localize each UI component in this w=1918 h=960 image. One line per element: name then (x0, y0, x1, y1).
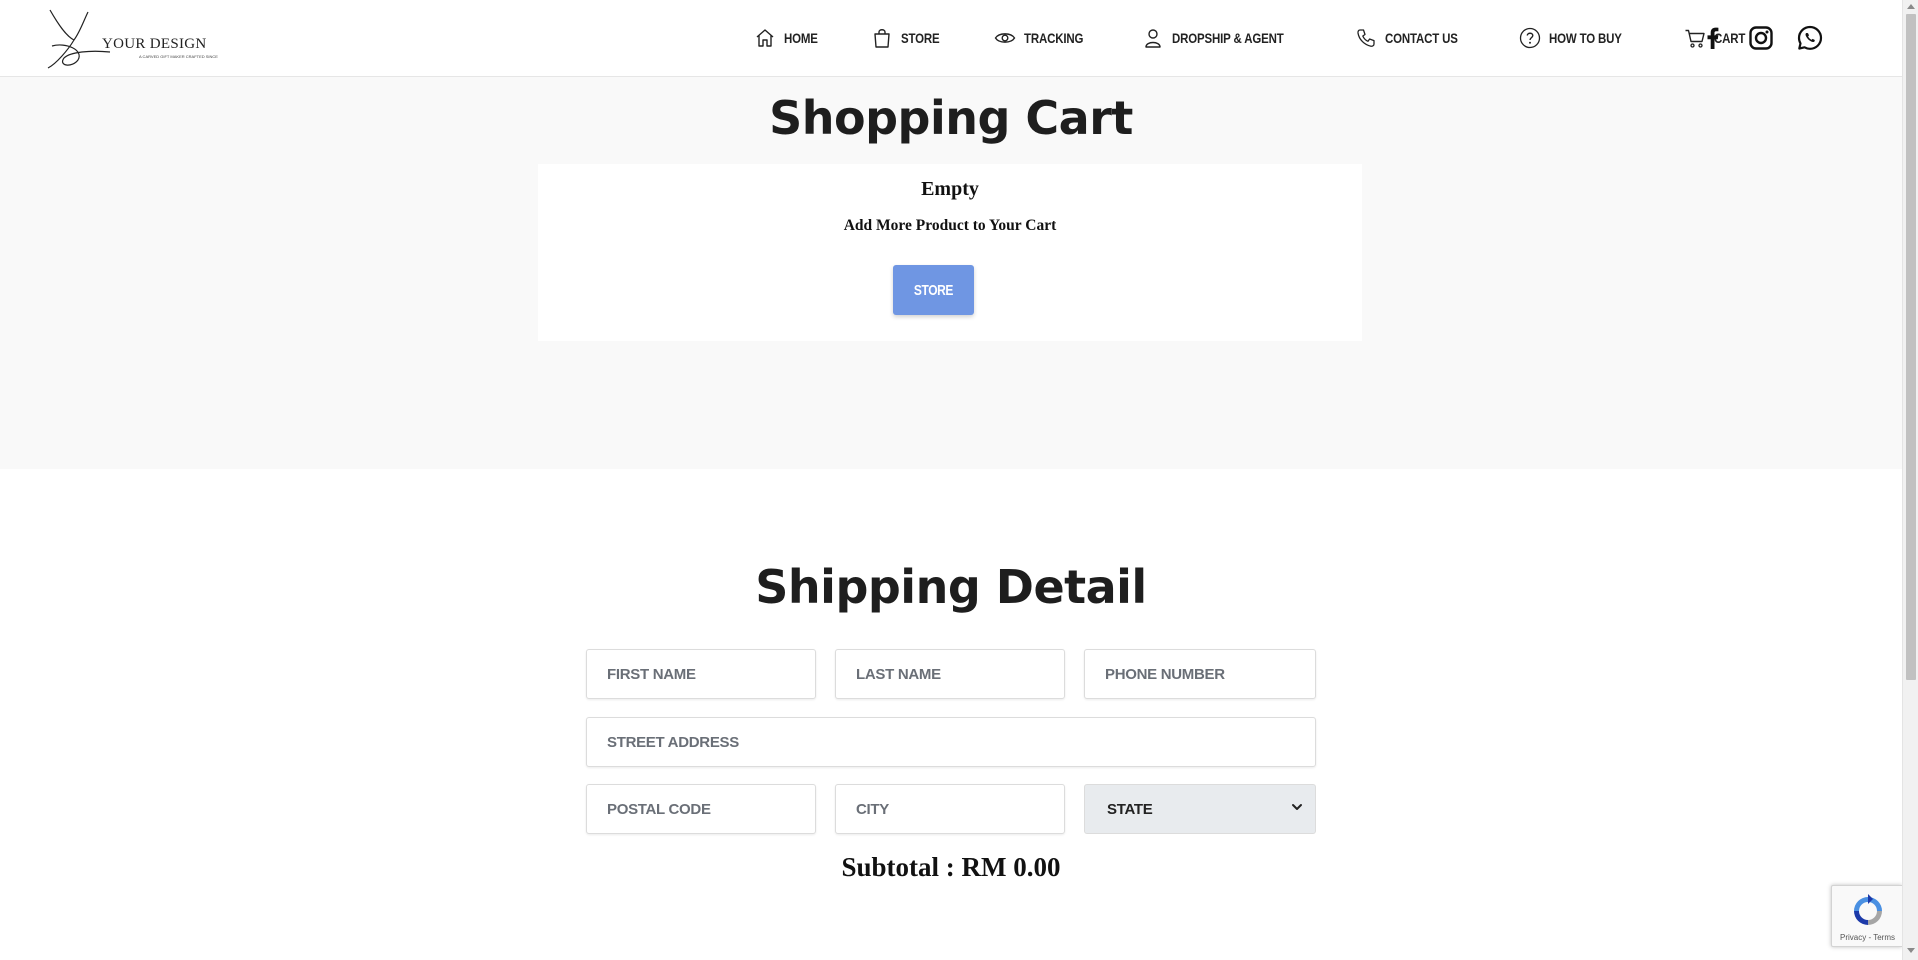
scrollbar-thumb[interactable] (1906, 14, 1916, 680)
whatsapp-link[interactable] (1796, 24, 1824, 52)
store-button[interactable]: STORE (893, 265, 974, 315)
nav-label: CONTACT US (1384, 30, 1458, 46)
instagram-icon (1749, 26, 1773, 50)
nav-item-home[interactable]: HOME (754, 24, 825, 52)
user-icon (1142, 27, 1164, 49)
main-nav: HOME STORE TRACKING DROPSHIP & AGENT CON… (754, 24, 1752, 52)
state-select-value: STATE (1107, 800, 1153, 818)
facebook-link[interactable] (1699, 24, 1727, 52)
site-header: YOUR DESIGN A CARVED GIFT MAKER CRAFTED … (0, 0, 1902, 77)
city-field[interactable] (835, 784, 1065, 834)
empty-cart-card: Empty Add More Product to Your Cart STOR… (538, 164, 1362, 341)
nav-label: HOW TO BUY (1549, 30, 1623, 46)
shipping-detail-title: Shipping Detail (755, 560, 1147, 614)
nav-label: DROPSHIP & AGENT (1172, 30, 1285, 46)
postal-code-field[interactable] (586, 784, 816, 834)
nav-item-tracking[interactable]: TRACKING (994, 24, 1096, 52)
facebook-icon (1707, 27, 1719, 49)
first-name-field[interactable] (586, 649, 816, 699)
nav-label: HOME (784, 30, 818, 46)
scroll-down-arrow-icon[interactable] (1907, 948, 1915, 953)
empty-cart-message: Add More Product to Your Cart (843, 217, 1057, 234)
subtotal-text: Subtotal : RM 0.00 (841, 852, 1061, 882)
phone-icon (1355, 27, 1377, 49)
page-scrollbar[interactable] (1902, 0, 1918, 960)
brand-tagline: A CARVED GIFT MAKER CRAFTED SINCE (139, 54, 218, 59)
last-name-field[interactable] (835, 649, 1065, 699)
brand-logo[interactable]: YOUR DESIGN A CARVED GIFT MAKER CRAFTED … (44, 6, 218, 70)
shopping-cart-title: Shopping Cart (769, 91, 1133, 145)
eye-icon (994, 27, 1016, 49)
home-icon (754, 27, 776, 49)
phone-number-field[interactable] (1084, 649, 1316, 699)
brand-name: YOUR DESIGN (102, 36, 207, 52)
state-select[interactable]: STATE (1084, 784, 1316, 834)
nav-item-how-to-buy[interactable]: HOW TO BUY (1519, 24, 1638, 52)
recaptcha-icon (1854, 894, 1882, 925)
shopping-cart-section: Shopping Cart Empty Add More Product to … (0, 77, 1902, 469)
nav-item-contact[interactable]: CONTACT US (1355, 24, 1474, 52)
chevron-down-icon (1291, 800, 1303, 818)
shopping-bag-icon (871, 27, 893, 49)
instagram-link[interactable] (1747, 24, 1775, 52)
nav-label: TRACKING (1024, 30, 1084, 46)
nav-label: STORE (901, 30, 940, 46)
nav-item-dropship[interactable]: DROPSHIP & AGENT (1142, 24, 1308, 52)
question-circle-icon (1519, 27, 1541, 49)
empty-cart-heading: Empty (921, 178, 979, 200)
street-address-field[interactable] (586, 717, 1316, 767)
scroll-up-arrow-icon[interactable] (1907, 4, 1915, 9)
recaptcha-links[interactable]: Privacy - Terms (1832, 933, 1903, 942)
store-button-label: STORE (913, 281, 954, 299)
recaptcha-badge[interactable]: Privacy - Terms (1831, 885, 1902, 947)
nav-item-store[interactable]: STORE (871, 24, 948, 52)
whatsapp-icon (1797, 25, 1823, 50)
